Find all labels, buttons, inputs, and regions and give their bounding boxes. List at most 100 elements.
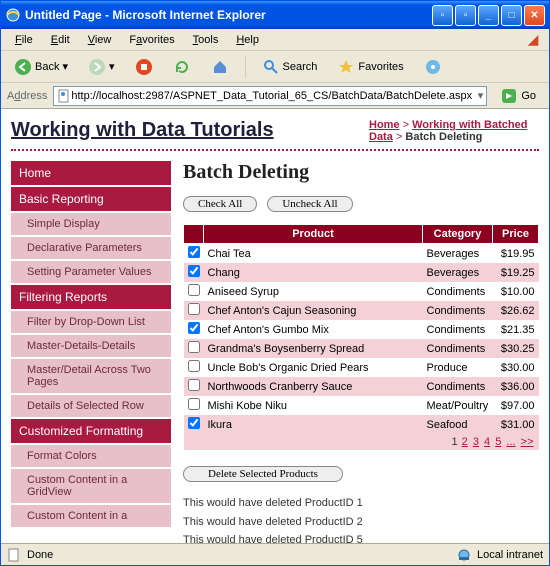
row-checkbox[interactable] [188,398,200,410]
cell-product: Chef Anton's Gumbo Mix [204,320,423,339]
zone-icon [457,548,471,562]
table-row: Grandma's Boysenberry SpreadCondiments$3… [184,339,539,358]
cell-product: Uncle Bob's Organic Dried Pears [204,358,423,377]
page-icon [57,89,71,103]
pager-current: 1 [451,436,457,448]
table-row: Chef Anton's Cajun SeasoningCondiments$2… [184,301,539,320]
address-label: Address [7,90,47,102]
col-check [184,225,204,244]
viewport[interactable]: Working with Data Tutorials Home > Worki… [1,109,549,543]
cell-price: $30.00 [493,358,539,377]
menu-tools[interactable]: Tools [185,32,227,48]
results: This would have deleted ProductID 1This … [183,494,539,543]
dropdown-icon: ▾ [62,60,68,73]
products-grid: Product Category Price Chai TeaBeverages… [183,224,539,450]
stop-button[interactable] [128,54,160,80]
sidebar-item[interactable]: Master/Detail Across Two Pages [11,359,171,395]
pager: 1 2 3 4 5 ... >> [184,434,539,450]
cell-price: $19.95 [493,244,539,264]
favorites-button[interactable]: Favorites [330,54,410,80]
back-button[interactable]: Back ▾ [7,54,75,80]
table-row: Chef Anton's Gumbo MixCondiments$21.35 [184,320,539,339]
cell-product: Grandma's Boysenberry Spread [204,339,423,358]
cell-category: Seafood [423,415,493,434]
menu-help[interactable]: Help [228,32,267,48]
row-checkbox[interactable] [188,322,200,334]
row-checkbox[interactable] [188,341,200,353]
pager-page[interactable]: 3 [473,436,479,448]
sidebar-item[interactable]: Basic Reporting [11,187,171,213]
page-title: Batch Deleting [183,161,539,184]
col-category: Category [423,225,493,244]
site-title: Working with Data Tutorials [11,119,349,142]
sidebar-item[interactable]: Custom Content in a GridView [11,469,171,505]
pager-page[interactable]: 5 [495,436,501,448]
sidebar-item[interactable]: Master-Details-Details [11,335,171,359]
restore1-button[interactable]: ▫ [432,5,453,26]
minimize-button[interactable]: _ [478,5,499,26]
zone-text: Local intranet [477,549,543,561]
uncheck-all-button[interactable]: Uncheck All [267,196,352,212]
sidebar-item[interactable]: Custom Content in a [11,505,171,529]
sidebar: HomeBasic ReportingSimple DisplayDeclara… [11,161,171,543]
forward-button[interactable]: ▾ [81,54,122,80]
address-bar: Address ▾ Go [1,83,549,109]
sidebar-item[interactable]: Declarative Parameters [11,237,171,261]
sidebar-item[interactable]: Details of Selected Row [11,395,171,419]
pager-next[interactable]: >> [521,436,534,448]
col-product: Product [204,225,423,244]
delete-selected-button[interactable]: Delete Selected Products [183,466,343,482]
sidebar-item[interactable]: Format Colors [11,445,171,469]
pager-page[interactable]: 4 [484,436,490,448]
cell-product: Chai Tea [204,244,423,264]
back-icon [14,58,32,76]
menu-view[interactable]: View [80,32,120,48]
pager-page[interactable]: 2 [462,436,468,448]
row-checkbox[interactable] [188,265,200,277]
row-checkbox[interactable] [188,284,200,296]
dropdown-icon[interactable]: ▾ [478,89,484,102]
row-checkbox[interactable] [188,417,200,429]
breadcrumb-home[interactable]: Home [369,119,400,131]
status-text: Done [27,549,53,561]
sidebar-item[interactable]: Simple Display [11,213,171,237]
maximize-button[interactable]: □ [501,5,522,26]
close-button[interactable]: ✕ [524,5,545,26]
refresh-button[interactable] [166,54,198,80]
table-row: Aniseed SyrupCondiments$10.00 [184,282,539,301]
menu-edit[interactable]: Edit [43,32,78,48]
row-checkbox[interactable] [188,246,200,258]
refresh-icon [173,58,191,76]
cell-category: Beverages [423,263,493,282]
cell-category: Condiments [423,282,493,301]
pager-ellipsis[interactable]: ... [506,436,515,448]
breadcrumb-current: Batch Deleting [405,131,482,143]
cell-product: Northwoods Cranberry Sauce [204,377,423,396]
cell-price: $10.00 [493,282,539,301]
table-row: Chai TeaBeverages$19.95 [184,244,539,264]
sidebar-item[interactable]: Customized Formatting [11,419,171,445]
cell-product: Mishi Kobe Niku [204,396,423,415]
cell-category: Condiments [423,301,493,320]
row-checkbox[interactable] [188,360,200,372]
menu-file[interactable]: File [7,32,41,48]
address-input[interactable] [71,90,477,102]
media-button[interactable] [417,54,449,80]
toolbar: Back ▾ ▾ Search Favorites [1,51,549,83]
go-button[interactable]: Go [493,84,543,108]
restore2-button[interactable]: ▫ [455,5,476,26]
home-button[interactable] [204,54,236,80]
search-button[interactable]: Search [255,54,325,80]
cell-category: Condiments [423,377,493,396]
sidebar-item[interactable]: Filtering Reports [11,285,171,311]
sidebar-item[interactable]: Setting Parameter Values [11,261,171,285]
window-title: Untitled Page - Microsoft Internet Explo… [25,8,432,22]
row-checkbox[interactable] [188,379,200,391]
check-all-button[interactable]: Check All [183,196,257,212]
address-input-wrap[interactable]: ▾ [53,86,487,106]
row-checkbox[interactable] [188,303,200,315]
menu-favorites[interactable]: Favorites [121,32,182,48]
sidebar-item[interactable]: Home [11,161,171,187]
sidebar-item[interactable]: Filter by Drop-Down List [11,311,171,335]
cell-product: Aniseed Syrup [204,282,423,301]
